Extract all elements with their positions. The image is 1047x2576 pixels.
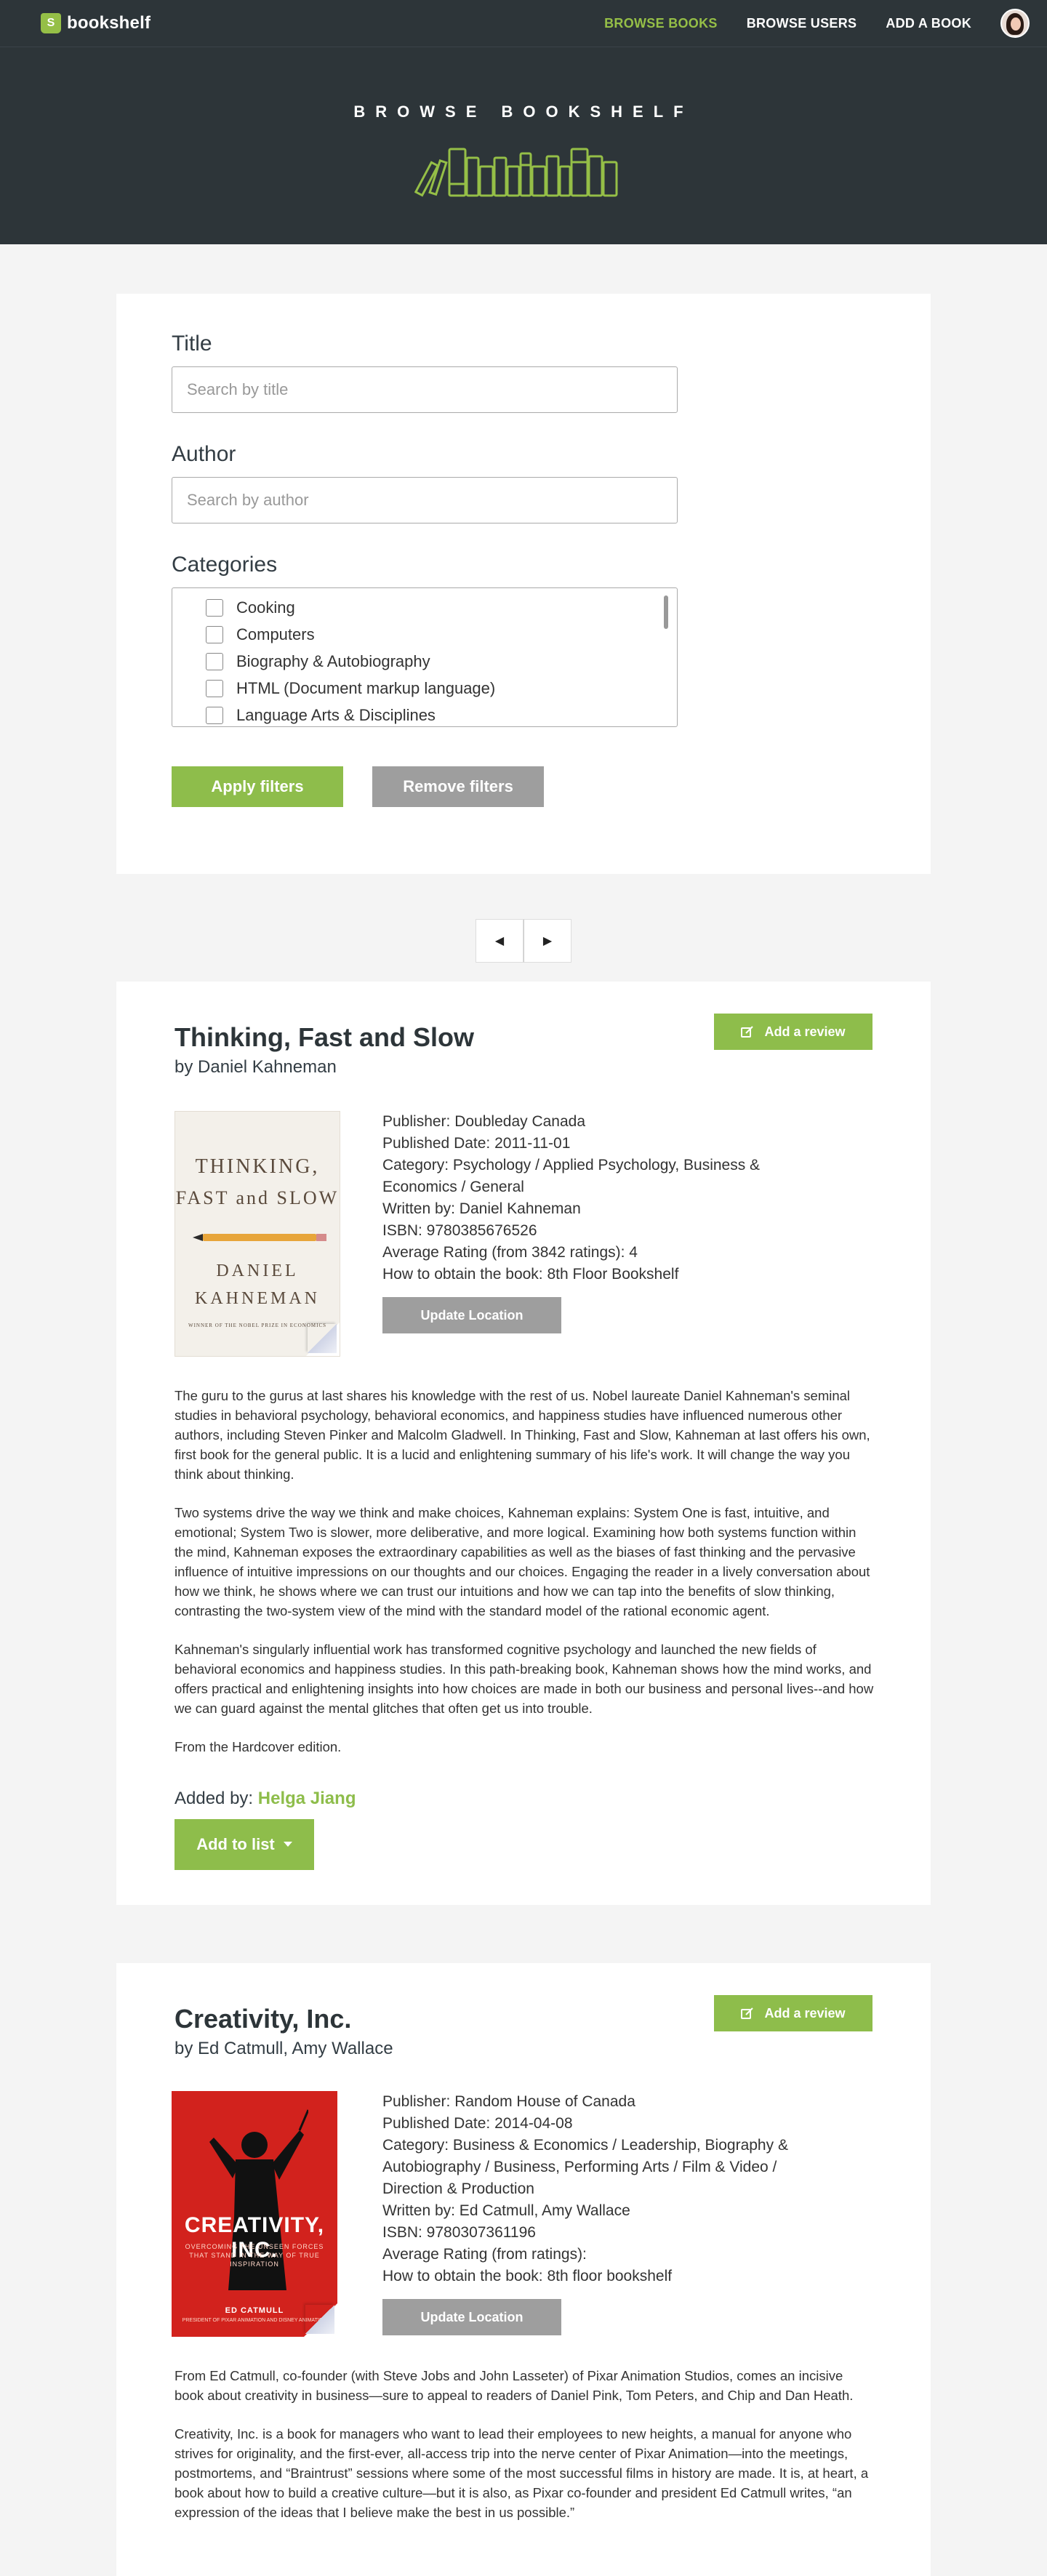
description-paragraph: The guru to the gurus at last shares his… [174, 1388, 870, 1482]
cover-author-line1: DANIEL [216, 1261, 299, 1280]
average-rating: Average Rating (from ratings): [382, 2246, 587, 2263]
book-description: From Ed Catmull, co-founder (with Steve … [174, 2366, 874, 2522]
checkbox[interactable] [206, 706, 223, 724]
page-curl-shade [305, 2305, 334, 2334]
checkbox[interactable] [206, 625, 223, 643]
how-to-obtain: How to obtain the book: 8th Floor Booksh… [382, 1266, 679, 1283]
cover-title-line2: FAST and SLOW [175, 1187, 340, 1208]
added-by-label: Added by: [174, 1789, 254, 1808]
brand-name: bookshelf [67, 13, 151, 33]
category: Category: Psychology / Applied Psycholog… [382, 1157, 761, 1195]
description-paragraph: From the Hardcover edition. [174, 1739, 342, 1754]
nav-links: BROWSE BOOKS BROWSE USERS ADD A BOOK [604, 9, 1030, 38]
category-item[interactable]: HTML (Document markup language) [206, 675, 677, 702]
category-item[interactable]: Language Arts & Disciplines [206, 702, 677, 726]
checkbox[interactable] [206, 679, 223, 697]
checkbox[interactable] [206, 598, 223, 617]
author-label: Author [172, 442, 236, 466]
title-label: Title [172, 332, 212, 356]
categories-list[interactable]: Cooking Computers Biography & Autobiogra… [172, 587, 678, 727]
book-author: by Ed Catmull, Amy Wallace [174, 2039, 393, 2058]
next-page-button[interactable]: ▶ [524, 919, 571, 963]
publisher: Publisher: Doubleday Canada [382, 1113, 586, 1130]
written-by: Written by: Daniel Kahneman [382, 1200, 581, 1217]
published-date: Published Date: 2014-04-08 [382, 2115, 573, 2132]
prev-page-button[interactable]: ◀ [476, 919, 524, 963]
added-by: Added by: Helga Jiang [174, 1789, 872, 1809]
written-by: Written by: Ed Catmull, Amy Wallace [382, 2202, 630, 2219]
cover-subtitle: OVERCOMING THE UNSEEN FORCES THAT STAND … [185, 2243, 324, 2268]
brand-logo[interactable]: S bookshelf [41, 13, 151, 33]
nav-link-browse-users[interactable]: BROWSE USERS [747, 16, 857, 31]
update-location-button[interactable]: Update Location [382, 2299, 561, 2335]
book-metadata: Publisher: Doubleday Canada Published Da… [382, 1111, 790, 1357]
description-paragraph: Kahneman's singularly influential work h… [174, 1642, 874, 1716]
edit-icon [741, 1026, 754, 1038]
categories-label: Categories [172, 553, 278, 577]
edit-icon [741, 2007, 754, 2019]
caret-down-icon [283, 1842, 292, 1847]
how-to-obtain: How to obtain the book: 8th floor booksh… [382, 2268, 673, 2284]
caret-right-icon: ▶ [542, 935, 553, 947]
filter-panel: Title Search by title Author Search by a… [116, 294, 931, 874]
pencil-illustration [193, 1234, 326, 1241]
add-to-list-label: Add to list [196, 1835, 275, 1853]
add-review-label: Add a review [764, 1024, 846, 1039]
nav-link-browse-books[interactable]: BROWSE BOOKS [604, 16, 718, 31]
apply-filters-button[interactable]: Apply filters [172, 766, 343, 807]
bookshelf-illustration [414, 148, 618, 197]
category-label: Biography & Autobiography [236, 651, 430, 670]
average-rating: Average Rating (from 3842 ratings): 4 [382, 1244, 638, 1261]
add-review-button[interactable]: Add a review [714, 1995, 872, 2031]
title-placeholder: Search by title [187, 380, 289, 398]
book-author: by Daniel Kahneman [174, 1057, 337, 1077]
book-cover: THINKING, FAST and SLOW DANIEL KAHNEMAN … [174, 1111, 340, 1357]
book-description: The guru to the gurus at last shares his… [174, 1386, 874, 1757]
caret-left-icon: ◀ [494, 935, 505, 947]
author-search-input[interactable]: Search by author [172, 477, 678, 523]
shopping-bag-icon: S [41, 13, 61, 33]
published-date: Published Date: 2011-11-01 [382, 1135, 571, 1152]
isbn: ISBN: 9780307361196 [382, 2224, 536, 2241]
category-label: HTML (Document markup language) [236, 678, 496, 697]
book-card: Creativity, Inc. by Ed Catmull, Amy Wall… [116, 1963, 931, 2576]
category-label: Computers [236, 625, 315, 643]
title-search-input[interactable]: Search by title [172, 366, 678, 413]
cover-author-line2: KAHNEMAN [195, 1289, 320, 1308]
isbn: ISBN: 9780385676526 [382, 1222, 537, 1239]
book-card: Thinking, Fast and Slow by Daniel Kahnem… [116, 982, 931, 1905]
page-curl-shade [308, 1324, 337, 1353]
category-item[interactable]: Cooking [206, 594, 677, 621]
checkbox[interactable] [206, 652, 223, 670]
description-paragraph: Creativity, Inc. is a book for managers … [174, 2426, 869, 2520]
categories-scrollbar[interactable] [664, 595, 668, 629]
pagination: ◀ ▶ [0, 919, 1047, 963]
nav-link-add-a-book[interactable]: ADD A BOOK [886, 16, 971, 31]
update-location-button[interactable]: Update Location [382, 1297, 561, 1333]
category: Category: Business & Economics / Leaders… [382, 2137, 788, 2197]
add-review-label: Add a review [764, 2005, 846, 2021]
book-metadata: Publisher: Random House of Canada Publis… [382, 2091, 790, 2337]
user-avatar[interactable] [1000, 9, 1030, 38]
publisher: Publisher: Random House of Canada [382, 2093, 635, 2110]
hero-banner: BROWSE BOOKSHELF [0, 47, 1047, 244]
added-by-user-link[interactable]: Helga Jiang [258, 1789, 356, 1808]
book-cover: CREATIVITY, INC. OVERCOMING THE UNSEEN F… [172, 2091, 337, 2337]
category-label: Language Arts & Disciplines [236, 705, 436, 724]
author-placeholder: Search by author [187, 491, 309, 509]
description-paragraph: Two systems drive the way we think and m… [174, 1505, 870, 1618]
category-item[interactable]: Computers [206, 621, 677, 648]
cover-title-line1: THINKING, [195, 1155, 320, 1178]
add-to-list-button[interactable]: Add to list [174, 1819, 314, 1870]
conductor-silhouette [209, 2109, 308, 2290]
description-paragraph: From Ed Catmull, co-founder (with Steve … [174, 2368, 854, 2403]
category-item[interactable]: Biography & Autobiography [206, 648, 677, 675]
remove-filters-button[interactable]: Remove filters [372, 766, 544, 807]
page-title: BROWSE BOOKSHELF [353, 103, 694, 121]
category-label: Cooking [236, 598, 295, 617]
top-nav: S bookshelf BROWSE BOOKS BROWSE USERS AD… [0, 0, 1047, 47]
add-review-button[interactable]: Add a review [714, 1014, 872, 1050]
